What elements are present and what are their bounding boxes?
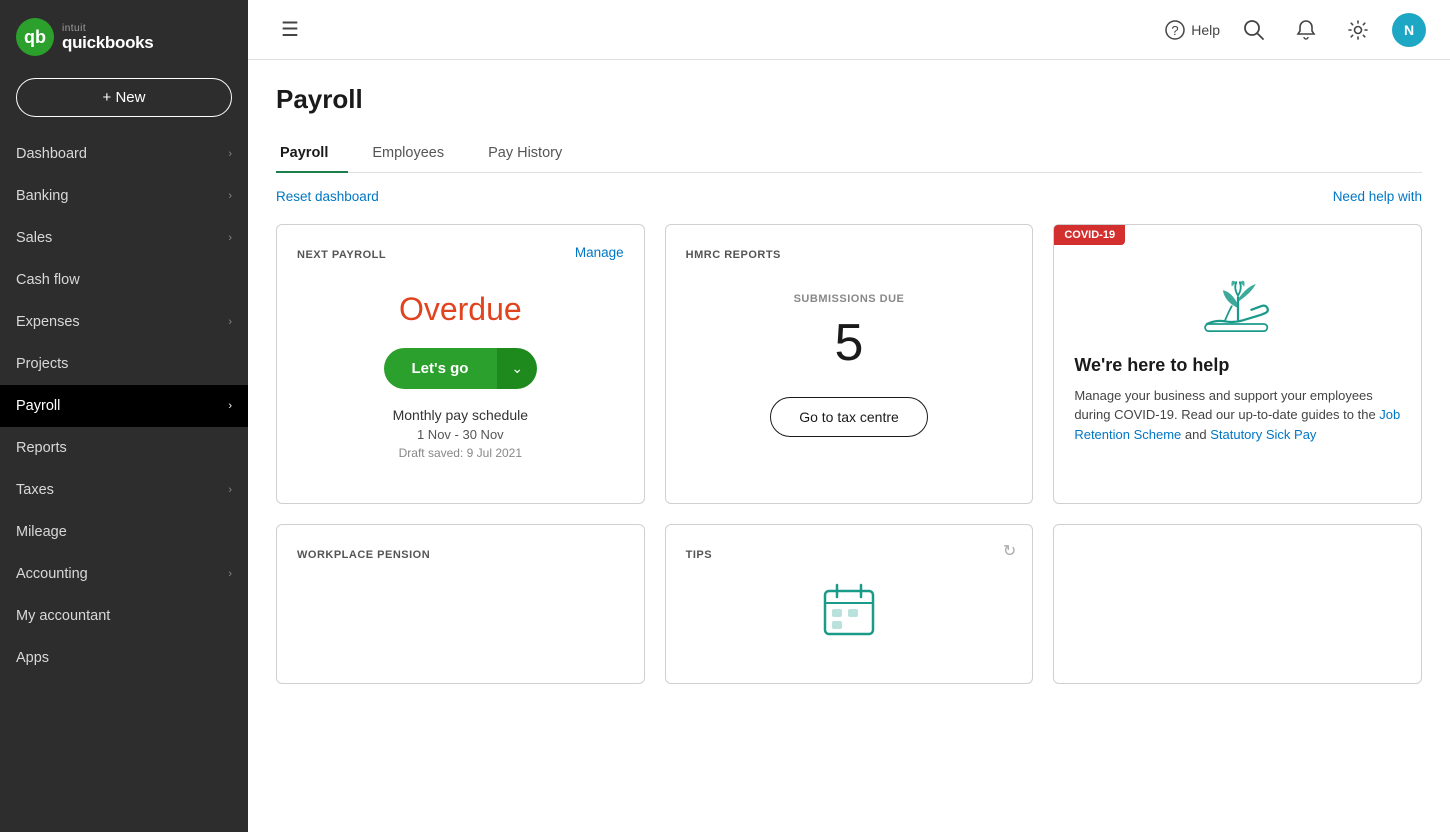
- utility-row: Reset dashboard Need help with: [276, 189, 1422, 204]
- nav-item-label: Apps: [16, 650, 49, 666]
- lets-go-row: Let's go ⌄: [297, 348, 624, 389]
- tabs-bar: Payroll Employees Pay History: [276, 135, 1422, 173]
- topbar: ☰ ? Help: [248, 0, 1450, 60]
- help-label: Help: [1191, 22, 1220, 38]
- intuit-label: intuit: [62, 24, 153, 34]
- calendar-icon-area: [686, 583, 1013, 637]
- sidebar-item-reports[interactable]: Reports: [0, 427, 248, 469]
- help-button[interactable]: ? Help: [1165, 20, 1220, 40]
- covid-icon-area: [1074, 269, 1401, 339]
- chevron-icon: ›: [228, 148, 232, 160]
- workplace-pension-card: WORKPLACE PENSION: [276, 524, 645, 684]
- search-icon: [1243, 19, 1265, 41]
- page-title: Payroll: [276, 84, 1422, 115]
- sidebar-item-expenses[interactable]: Expenses ›: [0, 301, 248, 343]
- third-bottom-card: [1053, 524, 1422, 684]
- sidebar-item-payroll[interactable]: Payroll ›: [0, 385, 248, 427]
- svg-text:qb: qb: [24, 27, 46, 47]
- topbar-right: ? Help N: [1165, 12, 1426, 48]
- nav-item-label: Expenses: [16, 314, 80, 330]
- notifications-button[interactable]: [1288, 12, 1324, 48]
- gear-icon: [1347, 19, 1369, 41]
- sidebar-item-projects[interactable]: Projects: [0, 343, 248, 385]
- sidebar-item-dashboard[interactable]: Dashboard ›: [0, 133, 248, 175]
- logo-text: intuit quickbooks: [62, 24, 153, 51]
- nav-item-label: My accountant: [16, 608, 110, 624]
- tips-card: TIPS ↻: [665, 524, 1034, 684]
- sidebar-item-cash-flow[interactable]: Cash flow: [0, 259, 248, 301]
- tab-pay-history[interactable]: Pay History: [488, 135, 582, 173]
- reset-dashboard-link[interactable]: Reset dashboard: [276, 189, 379, 204]
- nav-item-label: Taxes: [16, 482, 54, 498]
- lets-go-button[interactable]: Let's go: [384, 348, 497, 389]
- nav-item-label: Sales: [16, 230, 52, 246]
- search-button[interactable]: [1236, 12, 1272, 48]
- plant-hand-icon: [1198, 269, 1278, 339]
- quickbooks-logo-icon: qb: [16, 18, 54, 56]
- sidebar: qb intuit quickbooks + New Dashboard›Ban…: [0, 0, 248, 832]
- nav-item-label: Reports: [16, 440, 67, 456]
- overdue-status: Overdue: [297, 291, 624, 328]
- nav-item-label: Mileage: [16, 524, 67, 540]
- covid-title: We're here to help: [1074, 355, 1401, 376]
- covid-badge: COVID-19: [1054, 225, 1125, 245]
- manage-link[interactable]: Manage: [575, 245, 624, 260]
- nav-item-label: Banking: [16, 188, 68, 204]
- user-avatar[interactable]: N: [1392, 13, 1426, 47]
- need-help-text: Need help with: [1333, 189, 1422, 204]
- nav-item-label: Cash flow: [16, 272, 80, 288]
- chevron-icon: ›: [228, 568, 232, 580]
- pay-dates: 1 Nov - 30 Nov: [297, 427, 624, 442]
- chevron-icon: ›: [228, 232, 232, 244]
- submissions-count: 5: [686, 313, 1013, 373]
- sidebar-item-mileage[interactable]: Mileage: [0, 511, 248, 553]
- chevron-icon: ›: [228, 484, 232, 496]
- refresh-icon[interactable]: ↻: [1003, 541, 1016, 561]
- logo-area: qb intuit quickbooks: [0, 0, 248, 70]
- topbar-left: ☰: [272, 12, 308, 48]
- svg-text:?: ?: [1172, 23, 1179, 38]
- quickbooks-label: quickbooks: [62, 34, 153, 51]
- pension-label: WORKPLACE PENSION: [297, 549, 430, 561]
- menu-button[interactable]: ☰: [272, 12, 308, 48]
- hmrc-card: HMRC REPORTS SUBMISSIONS DUE 5 Go to tax…: [665, 224, 1034, 504]
- chevron-icon: ›: [228, 316, 232, 328]
- tips-label: TIPS: [686, 549, 712, 561]
- chevron-icon: ›: [228, 190, 232, 202]
- settings-button[interactable]: [1340, 12, 1376, 48]
- hmrc-label: HMRC REPORTS: [686, 249, 781, 261]
- pay-schedule: Monthly pay schedule: [297, 407, 624, 423]
- bell-icon: [1296, 19, 1316, 41]
- covid-desc: Manage your business and support your em…: [1074, 386, 1401, 445]
- draft-saved: Draft saved: 9 Jul 2021: [297, 446, 624, 460]
- sidebar-item-my-accountant[interactable]: My accountant: [0, 595, 248, 637]
- tab-payroll[interactable]: Payroll: [276, 135, 348, 173]
- cards-grid: NEXT PAYROLL Manage Overdue Let's go ⌄ M…: [276, 224, 1422, 504]
- sidebar-item-accounting[interactable]: Accounting ›: [0, 553, 248, 595]
- nav-list: Dashboard › Banking › Sales › Cash flow Expense…: [0, 133, 248, 679]
- lets-go-chevron-button[interactable]: ⌄: [496, 348, 537, 389]
- nav-item-label: Payroll: [16, 398, 60, 414]
- statutory-sick-pay-link[interactable]: Statutory Sick Pay: [1210, 427, 1316, 442]
- sidebar-item-sales[interactable]: Sales ›: [0, 217, 248, 259]
- next-payroll-card: NEXT PAYROLL Manage Overdue Let's go ⌄ M…: [276, 224, 645, 504]
- covid-card: COVID-19: [1053, 224, 1422, 504]
- tab-employees[interactable]: Employees: [372, 135, 464, 173]
- sidebar-item-banking[interactable]: Banking ›: [0, 175, 248, 217]
- main-area: ☰ ? Help: [248, 0, 1450, 832]
- bottom-cards-grid: WORKPLACE PENSION TIPS ↻: [276, 524, 1422, 684]
- sidebar-item-apps[interactable]: Apps: [0, 637, 248, 679]
- help-icon: ?: [1165, 20, 1185, 40]
- sidebar-item-taxes[interactable]: Taxes ›: [0, 469, 248, 511]
- page-content: Payroll Payroll Employees Pay History Rese…: [248, 60, 1450, 832]
- new-button[interactable]: + New: [16, 78, 232, 117]
- nav-item-label: Dashboard: [16, 146, 87, 162]
- nav-item-label: Projects: [16, 356, 68, 372]
- chevron-icon: ›: [228, 400, 232, 412]
- submissions-label: SUBMISSIONS DUE: [686, 293, 1013, 305]
- calendar-icon: [822, 583, 876, 637]
- tax-centre-button[interactable]: Go to tax centre: [770, 397, 928, 437]
- nav-item-label: Accounting: [16, 566, 88, 582]
- next-payroll-label: NEXT PAYROLL: [297, 249, 386, 261]
